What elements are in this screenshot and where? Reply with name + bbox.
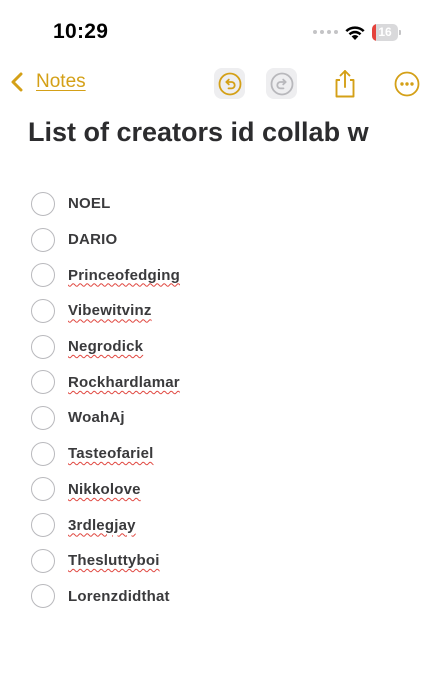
checklist-item[interactable]: 3rdlegjay: [31, 507, 411, 543]
redo-icon: [270, 72, 293, 95]
checkbox-circle-icon[interactable]: [31, 477, 55, 502]
redo-button[interactable]: [266, 68, 297, 99]
checklist-item-label[interactable]: Princeofedging: [68, 267, 180, 284]
checklist-item-label[interactable]: Tasteofariel: [68, 445, 154, 462]
checklist-item-label[interactable]: 3rdlegjay: [68, 517, 136, 534]
checklist-item-label[interactable]: Vibewitvinz: [68, 302, 152, 319]
more-icon: [394, 71, 419, 96]
back-label: Notes: [36, 71, 86, 92]
checklist: NOEL DARIO Princeofedging Vibewitvinz Negrod…: [31, 186, 411, 614]
checklist-item-label[interactable]: Nikkolove: [68, 481, 141, 498]
checklist-item-label[interactable]: DARIO: [68, 231, 117, 248]
battery-icon: 16: [372, 24, 402, 41]
signal-dots-icon: [313, 30, 338, 34]
checklist-item[interactable]: Thesluttyboi: [31, 543, 411, 579]
checklist-item-label[interactable]: Lorenzdidthat: [68, 588, 170, 605]
share-button[interactable]: [329, 68, 360, 99]
checklist-item[interactable]: Vibewitvinz: [31, 293, 411, 329]
checklist-item-label[interactable]: WoahAj: [68, 409, 125, 426]
more-button[interactable]: [391, 68, 422, 99]
checklist-item[interactable]: WoahAj: [31, 400, 411, 436]
checkbox-circle-icon[interactable]: [31, 191, 55, 216]
checkbox-circle-icon[interactable]: [31, 298, 55, 323]
checklist-item[interactable]: Lorenzdidthat: [31, 579, 411, 615]
back-button[interactable]: Notes: [10, 71, 86, 93]
nav-bar: Notes: [0, 66, 439, 106]
checklist-item-label[interactable]: Thesluttyboi: [68, 552, 160, 569]
checkbox-circle-icon[interactable]: [31, 584, 55, 609]
undo-icon: [218, 72, 241, 95]
wifi-icon: [345, 26, 365, 40]
checklist-item[interactable]: NOEL: [31, 186, 411, 222]
checklist-item[interactable]: Tasteofariel: [31, 436, 411, 472]
undo-button[interactable]: [214, 68, 245, 99]
checkbox-circle-icon[interactable]: [31, 513, 55, 538]
checklist-item[interactable]: DARIO: [31, 222, 411, 258]
checkbox-circle-icon[interactable]: [31, 548, 55, 573]
checklist-item-label[interactable]: NOEL: [68, 195, 110, 212]
checklist-item[interactable]: Rockhardlamar: [31, 364, 411, 400]
checkbox-circle-icon[interactable]: [31, 441, 55, 466]
checklist-item[interactable]: Princeofedging: [31, 257, 411, 293]
checkbox-circle-icon[interactable]: [31, 334, 55, 359]
note-title[interactable]: List of creators id collab w: [28, 117, 369, 148]
status-time: 10:29: [53, 20, 109, 43]
checklist-item-label[interactable]: Negrodick: [68, 338, 143, 355]
share-icon: [335, 69, 354, 97]
checkbox-circle-icon[interactable]: [31, 263, 55, 288]
checkbox-circle-icon[interactable]: [31, 405, 55, 430]
status-bar: 10:29 16: [0, 0, 439, 66]
checklist-item[interactable]: Nikkolove: [31, 472, 411, 508]
checklist-item[interactable]: Negrodick: [31, 329, 411, 365]
checklist-item-label[interactable]: Rockhardlamar: [68, 374, 180, 391]
battery-level: 16: [378, 25, 392, 39]
checkbox-circle-icon[interactable]: [31, 370, 55, 395]
checkbox-circle-icon[interactable]: [31, 227, 55, 252]
chevron-left-icon: [11, 72, 23, 92]
